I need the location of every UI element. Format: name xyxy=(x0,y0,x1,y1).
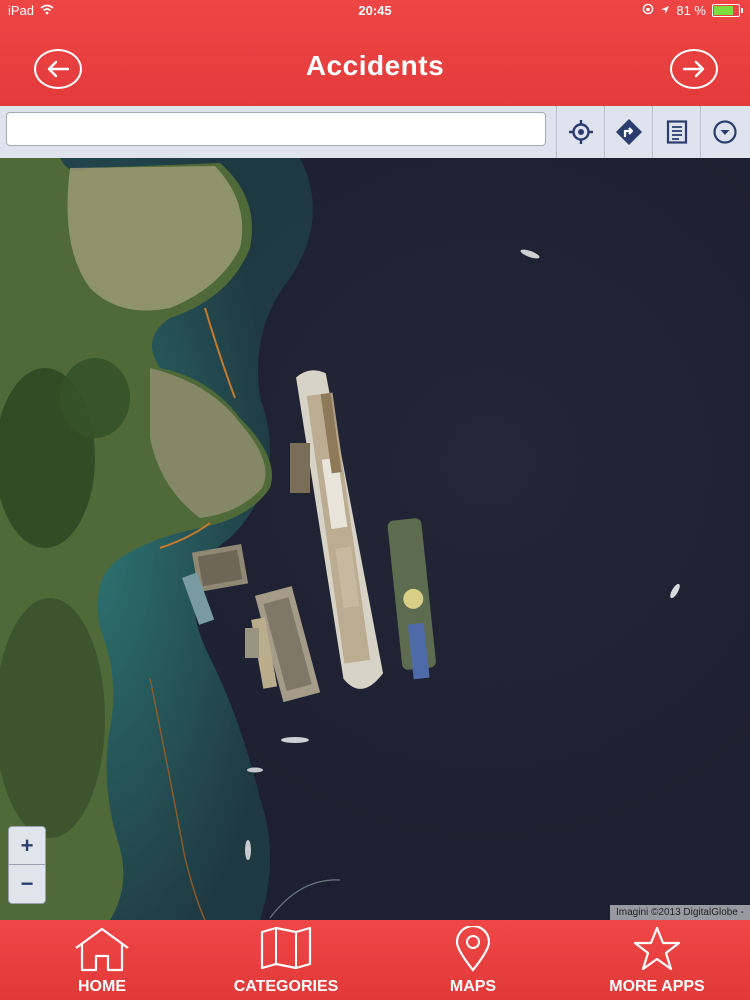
battery-icon xyxy=(712,4,743,17)
search-toolbar xyxy=(0,106,750,159)
list-button[interactable] xyxy=(652,106,701,158)
locate-icon xyxy=(569,120,593,144)
zoom-in-button[interactable]: + xyxy=(9,827,45,864)
top-bar: iPad 20:45 81 % Accidents xyxy=(0,0,750,106)
satellite-map[interactable]: + − Imagini ©2013 DigitalGlobe - xyxy=(0,158,750,920)
battery-percent: 81 % xyxy=(676,3,706,18)
page-title: Accidents xyxy=(305,50,445,81)
forward-button[interactable] xyxy=(670,49,718,89)
location-pin-icon xyxy=(455,926,491,972)
map-attribution: Imagini ©2013 DigitalGlobe - xyxy=(610,905,750,920)
dropdown-button[interactable] xyxy=(700,106,749,158)
map-book-icon xyxy=(260,926,312,970)
tab-more-apps[interactable]: MORE APPS xyxy=(582,920,732,1000)
directions-icon xyxy=(616,119,642,145)
bottom-tab-bar: HOME CATEGORIES MAPS MORE APPS xyxy=(0,920,750,1000)
dropdown-circle-icon xyxy=(713,120,737,144)
status-bar: iPad 20:45 81 % xyxy=(0,0,750,22)
star-icon xyxy=(633,926,681,971)
zoom-out-button[interactable]: − xyxy=(9,864,45,902)
tab-home[interactable]: HOME xyxy=(27,920,177,1000)
status-time: 20:45 xyxy=(358,3,392,18)
location-arrow-icon xyxy=(660,3,670,18)
tab-categories-label: CATEGORIES xyxy=(233,978,339,995)
tab-home-label: HOME xyxy=(78,978,126,995)
tab-more-apps-label: MORE APPS xyxy=(609,978,705,995)
orientation-lock-icon xyxy=(642,3,654,18)
locate-button[interactable] xyxy=(556,106,605,158)
tab-maps[interactable]: MAPS xyxy=(398,920,548,1000)
search-input[interactable] xyxy=(6,112,546,146)
satellite-imagery xyxy=(0,158,680,920)
arrow-right-icon xyxy=(682,60,705,78)
tab-categories[interactable]: CATEGORIES xyxy=(211,920,361,1000)
home-icon xyxy=(75,927,129,972)
zoom-control: + − xyxy=(8,826,46,904)
tab-maps-label: MAPS xyxy=(449,978,497,995)
navigation-bar: Accidents xyxy=(0,22,750,106)
list-icon xyxy=(666,120,688,144)
directions-button[interactable] xyxy=(604,106,653,158)
